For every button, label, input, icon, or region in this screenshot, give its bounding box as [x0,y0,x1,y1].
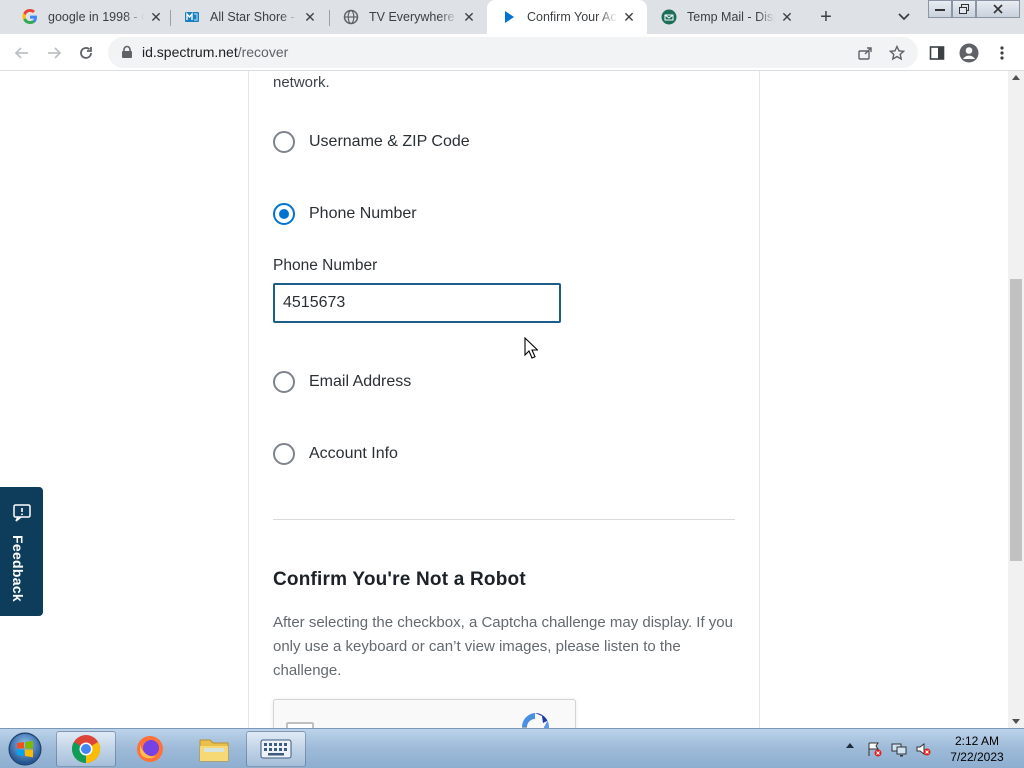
robot-section-description: After selecting the checkbox, a Captcha … [273,614,733,679]
close-tab-icon[interactable]: ✕ [148,9,164,25]
network-icon[interactable] [891,741,907,757]
page-viewport: network. Username & ZIP Code Phone Numbe… [0,71,1008,728]
system-clock[interactable]: 2:12 AM 7/22/2023 [940,733,1014,765]
option-label: Phone Number [309,205,417,222]
minimize-button[interactable] [928,0,952,18]
spectrum-play-icon [501,9,517,25]
tab-tv-everywhere[interactable]: TV Everywhere ✕ [329,0,487,34]
profile-avatar-icon[interactable] [958,42,980,64]
tab-title: google in 1998 - Go [48,10,144,24]
option-label: Username & ZIP Code [309,133,470,150]
url-path: /recover [237,44,289,60]
recaptcha-logo-icon [518,710,552,728]
firefox-icon [137,736,163,762]
chrome-icon [72,735,100,763]
reload-button[interactable] [73,40,99,66]
url-text: id.spectrum.net/recover [142,44,288,60]
clock-date: 7/22/2023 [950,750,1004,764]
mouse-cursor-icon [524,337,538,359]
tab-title: Confirm Your Acco [527,10,617,24]
browser-tab-strip: google in 1998 - Go ✕ All Star Shore - S… [0,0,1024,34]
option-username-zip[interactable]: Username & ZIP Code [273,131,470,153]
radio-button[interactable] [273,131,295,153]
keyboard-icon [260,739,292,759]
tempmail-icon [661,9,677,25]
scroll-up-arrow-icon[interactable] [1012,75,1020,80]
folder-icon [199,739,229,762]
address-bar[interactable]: id.spectrum.net/recover [108,37,918,68]
close-tab-icon[interactable]: ✕ [461,9,477,25]
lock-icon[interactable] [120,45,134,59]
share-icon[interactable] [856,44,874,62]
intro-text: network. [273,74,330,91]
close-tab-icon[interactable]: ✕ [302,9,318,25]
menu-kebab-icon[interactable] [991,42,1013,64]
feedback-icon [12,503,32,523]
close-window-button[interactable] [976,0,1020,18]
tab-google[interactable]: google in 1998 - Go ✕ [8,0,174,34]
phone-number-label: Phone Number [273,257,378,274]
taskbar-firefox[interactable] [120,731,180,767]
tab-title: All Star Shore - Se [210,10,298,24]
globe-icon [343,9,359,25]
action-center-flag-icon[interactable] [866,741,882,757]
new-tab-button[interactable]: + [814,5,838,29]
show-hidden-icons-arrow[interactable] [846,743,854,748]
robot-section-title: Confirm You're Not a Robot [273,569,526,590]
tab-temp-mail[interactable]: Temp Mail - Dispo ✕ [647,0,805,34]
start-button[interactable] [4,731,46,767]
volume-muted-icon[interactable] [915,741,931,757]
bookmark-star-icon[interactable] [888,44,906,62]
feedback-button[interactable]: Feedback [0,487,43,616]
feedback-label: Feedback [10,535,26,602]
tab-confirm-account[interactable]: Confirm Your Acco ✕ [487,0,647,34]
restore-button[interactable] [952,0,976,18]
page-scrollbar[interactable] [1008,71,1024,728]
google-icon [22,9,38,25]
option-phone-number[interactable]: Phone Number [273,203,417,225]
recaptcha-widget[interactable] [273,699,576,728]
back-button[interactable] [9,40,35,66]
scroll-thumb[interactable] [1010,279,1022,561]
url-host: id.spectrum.net [142,44,238,60]
tab-title: Temp Mail - Dispo [687,10,775,24]
windows-taskbar: 2:12 AM 7/22/2023 [0,728,1024,768]
browser-toolbar: id.spectrum.net/recover [0,34,1024,71]
forward-button[interactable] [41,40,67,66]
phone-number-input[interactable] [273,283,561,323]
side-panel-icon[interactable] [926,42,948,64]
close-tab-icon[interactable]: ✕ [779,9,795,25]
scroll-down-arrow-icon[interactable] [1012,719,1020,724]
allstar-icon [184,9,200,25]
option-label: Account Info [309,445,398,462]
clock-time: 2:12 AM [954,734,1000,748]
taskbar-file-explorer[interactable] [184,731,244,767]
option-account-info[interactable]: Account Info [273,443,398,465]
section-divider [273,519,735,520]
tab-title: TV Everywhere [369,10,455,24]
radio-button-checked[interactable] [273,203,295,225]
option-label: Email Address [309,373,412,390]
radio-button[interactable] [273,371,295,393]
option-email-address[interactable]: Email Address [273,371,411,393]
close-tab-icon[interactable]: ✕ [621,9,637,25]
taskbar-on-screen-keyboard[interactable] [246,731,306,767]
tab-allstar[interactable]: All Star Shore - Se ✕ [170,0,328,34]
radio-button[interactable] [273,443,295,465]
tab-search-chevron-icon[interactable] [894,7,914,27]
taskbar-chrome[interactable] [56,731,116,767]
